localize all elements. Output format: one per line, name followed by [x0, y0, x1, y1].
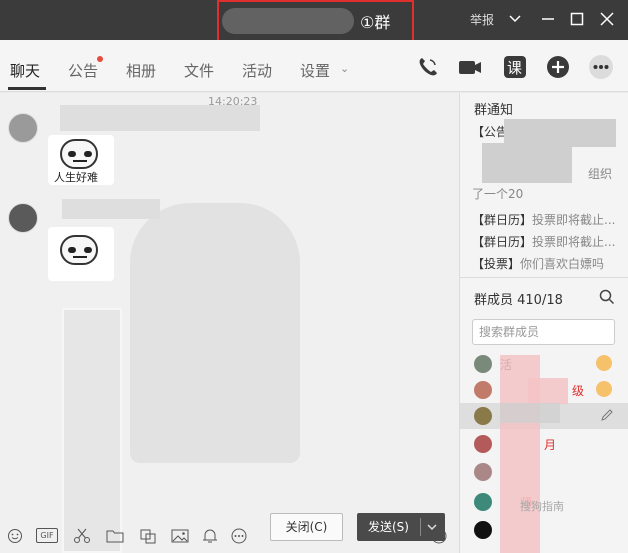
member-search-input[interactable]: 搜索群成员 [472, 319, 615, 345]
owner-icon [596, 355, 612, 371]
phone-icon[interactable] [415, 54, 441, 80]
chat-area: 14:20:23 人生好难 GIF [0, 93, 459, 553]
tab-album[interactable]: 相册 [126, 60, 156, 81]
more-icon[interactable] [230, 528, 248, 544]
watermark: 搜狗指南 [520, 500, 564, 513]
tab-settings[interactable]: 设置 [300, 60, 330, 81]
tab-activity[interactable]: 活动 [242, 60, 272, 81]
image-icon[interactable] [171, 528, 189, 544]
member-row[interactable]: 活 [460, 351, 628, 377]
video-icon[interactable] [457, 54, 483, 80]
bell-icon[interactable] [201, 528, 219, 544]
send-divider [420, 518, 421, 536]
member-row[interactable] [460, 459, 628, 485]
chevron-down-icon[interactable] [505, 7, 525, 31]
sticker-eye [84, 151, 92, 157]
sticker-message[interactable] [48, 227, 114, 281]
sticker-mouth [73, 256, 87, 261]
avatar [474, 463, 492, 481]
notice-item[interactable]: 【群日历】投票即将截止... [472, 211, 615, 228]
folder-icon[interactable] [106, 528, 124, 544]
add-app-icon[interactable] [545, 54, 571, 80]
panel-divider [460, 277, 628, 278]
avatar [474, 493, 492, 511]
announcement-badge [97, 56, 103, 62]
avatar [474, 381, 492, 399]
tab-files[interactable]: 文件 [184, 60, 214, 81]
notice-item[interactable]: 了一个20 [472, 185, 523, 202]
avatar[interactable] [8, 113, 38, 143]
member-names-blurred [528, 378, 568, 404]
sticker-face [60, 139, 98, 169]
notice-item[interactable]: 【群日历】投票即将截止... [472, 233, 615, 250]
more-icon[interactable] [588, 54, 614, 80]
notice-item[interactable]: 【公告 [472, 123, 508, 140]
chat-background-card [62, 308, 122, 553]
sticker-eye [68, 151, 76, 157]
maximize-icon[interactable] [567, 7, 587, 31]
scissors-icon[interactable] [73, 528, 91, 544]
avatar [474, 407, 492, 425]
close-button[interactable]: 关闭(C) [270, 513, 343, 541]
title-highlight-box [217, 0, 414, 44]
minimize-icon[interactable] [538, 7, 558, 31]
sticker-mouth [73, 160, 87, 165]
close-icon[interactable] [597, 7, 617, 31]
notice-title: 群通知 [474, 103, 514, 118]
search-icon[interactable] [599, 289, 615, 305]
avatar [474, 521, 492, 539]
send-button-label: 发送(S) [368, 520, 409, 534]
tab-chat[interactable]: 聊天 [10, 60, 40, 81]
tab-announcement[interactable]: 公告 [68, 60, 98, 81]
tab-bar: 聊天 公告 相册 文件 活动 设置 ⌄ 课 [0, 40, 628, 92]
member-row[interactable] [460, 517, 628, 543]
notice-blurred [482, 143, 572, 183]
group-side-panel: 群通知 【公告 组织 了一个20 【群日历】投票即将截止... 【群日历】投票即… [459, 93, 628, 553]
sender-name-blurred [62, 199, 160, 219]
gif-icon[interactable]: GIF [36, 528, 58, 543]
active-tab-indicator [8, 87, 46, 90]
sticker-eye [84, 247, 92, 253]
settings-chevron-icon[interactable]: ⌄ [340, 62, 349, 75]
member-level: 级 [572, 384, 585, 398]
report-link[interactable]: 举报 [470, 11, 494, 28]
send-options-chevron-icon[interactable] [425, 513, 439, 552]
notice-item[interactable]: 组织 [588, 165, 612, 182]
avatar [474, 435, 492, 453]
homework-icon[interactable]: 课 [502, 54, 528, 80]
sticker-face [60, 235, 98, 265]
avatar[interactable] [8, 203, 38, 233]
title-bar: ①群 举报 [0, 0, 628, 44]
notice-item[interactable]: 【投票】你们喜欢白嫖吗 [472, 255, 604, 272]
member-names-blurred [500, 403, 560, 423]
member-row[interactable]: 月 [460, 431, 628, 457]
send-button[interactable]: 发送(S) [357, 513, 445, 541]
emoji-icon[interactable] [6, 528, 24, 544]
members-title: 群成员 410/18 [474, 293, 563, 308]
sticker-caption: 人生好难 [54, 171, 98, 184]
admin-icon [596, 381, 612, 397]
screenshot-icon[interactable] [139, 528, 157, 544]
sticker-eye [68, 247, 76, 253]
chat-background-image [130, 203, 300, 463]
sticker-message[interactable]: 人生好难 [48, 135, 114, 185]
member-name: 月 [544, 438, 557, 452]
edit-icon[interactable] [600, 408, 614, 426]
avatar [474, 355, 492, 373]
sender-name-blurred [60, 105, 260, 131]
